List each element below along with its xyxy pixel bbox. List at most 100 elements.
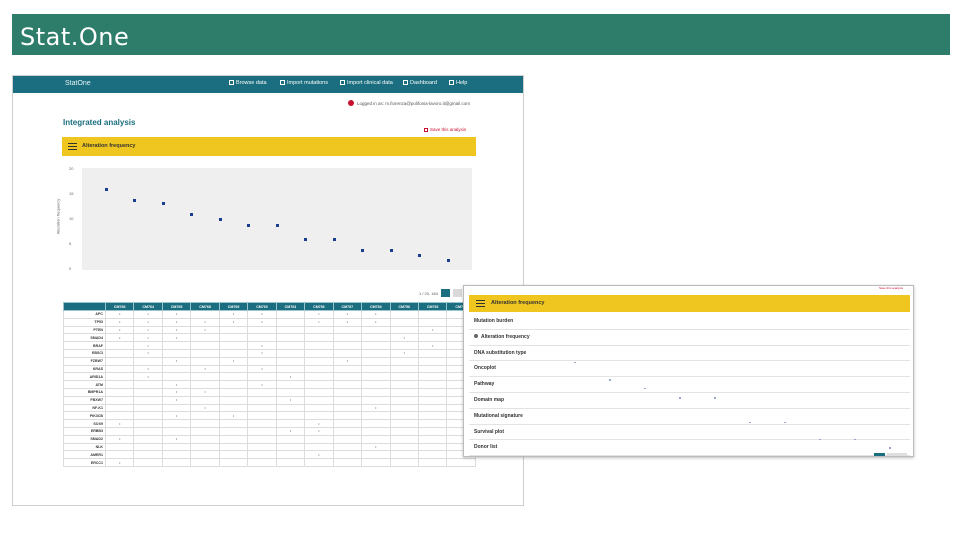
table-row[interactable]: APC • • • • • • • •: [63, 310, 476, 319]
header-sample[interactable]: CM764: [133, 302, 163, 311]
mutation-cell: [247, 325, 277, 335]
mutation-cell: [104, 372, 135, 382]
data-point[interactable]: [104, 188, 108, 192]
table-row[interactable]: KRAS • • •: [63, 364, 476, 374]
mutation-cell: [161, 348, 192, 358]
data-point[interactable]: [446, 258, 450, 262]
last-page-button[interactable]: [453, 289, 463, 297]
mutation-cell: [218, 450, 249, 460]
table-row[interactable]: TP53 • • • • • • • • •: [63, 317, 476, 327]
header-sample[interactable]: CM752: [417, 302, 448, 311]
data-point[interactable]: [247, 223, 250, 227]
menu-item[interactable]: Domain map: [469, 393, 910, 409]
mutation-cell: [332, 348, 363, 358]
menu-item[interactable]: Donor list: [469, 440, 910, 456]
next-page-button[interactable]: [441, 289, 451, 297]
nav-help[interactable]: Help: [449, 80, 467, 86]
mutation-cell: •: [133, 317, 163, 327]
gene-name: TP53: [63, 317, 106, 327]
menu-icon[interactable]: [68, 143, 77, 150]
mutation-cell: [161, 372, 192, 382]
menu-item[interactable]: Alteration frequency: [469, 330, 910, 346]
faded-data-point: [714, 397, 716, 399]
table-row[interactable]: SMAD2 • •: [63, 434, 476, 444]
header-sample[interactable]: CM769: [218, 302, 249, 311]
menu-item[interactable]: Mutation burden: [469, 314, 910, 330]
data-point[interactable]: [304, 238, 307, 242]
header-sample[interactable]: CM765: [161, 302, 192, 311]
header-gene[interactable]: [63, 302, 106, 311]
mutation-cell: •: [161, 325, 192, 335]
header-sample[interactable]: CM757: [332, 302, 363, 311]
data-point[interactable]: [190, 212, 193, 216]
data-point[interactable]: [275, 223, 279, 227]
table-row[interactable]: EBSCI • • •: [63, 348, 476, 358]
mutation-cell: [304, 356, 334, 366]
table-row[interactable]: PTEN • • • • •: [63, 325, 476, 335]
mutation-cell: [389, 341, 419, 350]
last-page-button[interactable]: [887, 453, 907, 456]
nav-dashboard[interactable]: Dashboard: [403, 80, 437, 86]
table-row[interactable]: SMAD4 • • • •: [63, 333, 476, 343]
nav-import-mutations[interactable]: Import mutations: [280, 80, 328, 86]
table-row[interactable]: ARID1A • •: [63, 372, 476, 382]
mutation-cell: [389, 380, 419, 389]
mutation-cell: [332, 372, 363, 382]
mutation-cell: •: [389, 348, 419, 358]
table-row[interactable]: NF-K1 • •: [63, 403, 476, 413]
table-row[interactable]: ERBB3 • •: [63, 426, 476, 436]
header-sample[interactable]: CM766: [104, 302, 135, 311]
table-row[interactable]: SOX9 • •: [63, 419, 476, 428]
save-analysis-link[interactable]: Save this analysis: [879, 286, 903, 290]
menu-icon[interactable]: [476, 300, 485, 307]
panel-title: Alteration frequency: [491, 300, 545, 306]
mutation-cell: [275, 341, 306, 350]
mutation-cell: •: [133, 310, 163, 319]
menu-item[interactable]: DNA substitution type: [469, 346, 910, 362]
nav-import-clinical[interactable]: Import clinical data: [340, 80, 393, 86]
mutation-cell: [190, 341, 220, 350]
plot-area: [82, 168, 472, 270]
header-sample[interactable]: CM756: [389, 302, 419, 311]
table-row[interactable]: FZBW7 • • •: [63, 356, 476, 366]
data-point[interactable]: [389, 248, 393, 252]
slide-title: Stat.One: [20, 23, 130, 51]
header-sample[interactable]: CM754: [361, 302, 391, 311]
table-row[interactable]: BRAF • • •: [63, 341, 476, 350]
table-row[interactable]: PIK3CB • •: [63, 411, 476, 421]
mutation-cell: •: [161, 333, 192, 343]
header-sample[interactable]: CM768: [190, 302, 220, 311]
menu-item[interactable]: Oncoplot: [469, 361, 910, 378]
mutation-cell: [104, 387, 135, 397]
mutation-cell: [247, 395, 277, 405]
table-row[interactable]: BMPR1A • •: [63, 387, 476, 397]
mutation-cell: [332, 403, 363, 413]
data-point[interactable]: [332, 238, 336, 242]
data-point[interactable]: [418, 253, 421, 257]
header-sample[interactable]: CM763: [275, 302, 306, 311]
menu-item[interactable]: Pathway: [469, 377, 910, 393]
table-row[interactable]: AMER1 •: [63, 450, 476, 460]
data-point[interactable]: [133, 199, 136, 203]
header-sample[interactable]: CM756: [304, 302, 334, 311]
next-page-button[interactable]: [874, 453, 885, 456]
nav-browse-data[interactable]: Browse data: [229, 80, 267, 86]
app-brand[interactable]: StatOne: [65, 80, 91, 87]
table-row[interactable]: ERCC1 •: [63, 458, 476, 467]
data-point[interactable]: [218, 218, 222, 221]
menu-item[interactable]: Mutational signature: [469, 409, 910, 425]
data-point[interactable]: [361, 248, 364, 252]
table-row[interactable]: ATM • •: [63, 380, 476, 389]
mutation-cell: [247, 411, 277, 421]
mutation-cell: •: [247, 341, 277, 350]
table-row[interactable]: FBXW7 • •: [63, 395, 476, 405]
menu-item[interactable]: Survival plot: [469, 425, 910, 441]
panel-header[interactable]: Alteration frequency: [62, 137, 476, 156]
table-row[interactable]: NLK •: [63, 442, 476, 452]
save-analysis-link[interactable]: Save this analysis: [424, 127, 466, 132]
data-point[interactable]: [161, 202, 165, 206]
mutation-cell: [190, 395, 220, 405]
header-sample[interactable]: CM760: [247, 302, 277, 311]
panel-header[interactable]: Alteration frequency: [469, 295, 910, 312]
mutation-cell: [218, 348, 249, 358]
